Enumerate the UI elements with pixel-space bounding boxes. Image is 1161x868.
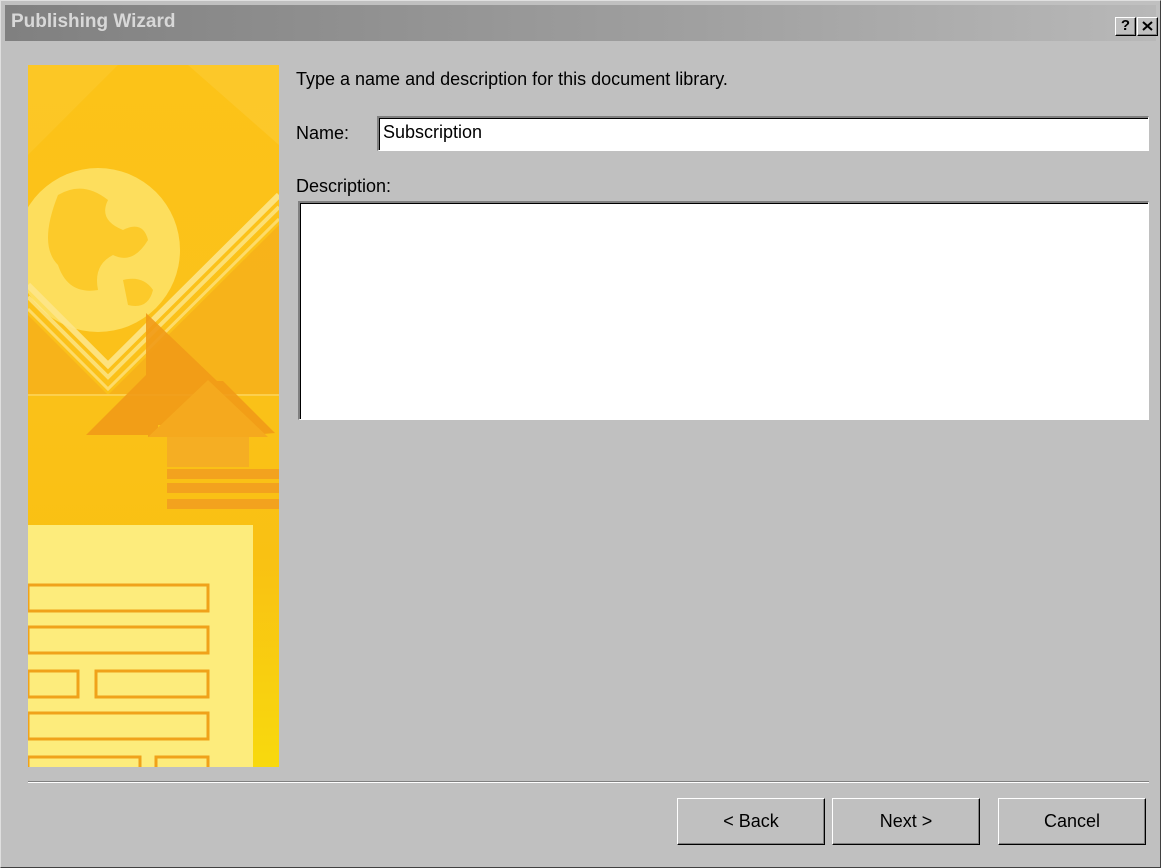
wizard-sidebar-illustration — [28, 65, 279, 767]
close-icon — [1142, 18, 1153, 35]
titlebar[interactable]: Publishing Wizard ? — [5, 5, 1158, 41]
name-field[interactable]: Subscription — [377, 116, 1149, 151]
footer-separator — [28, 781, 1149, 783]
description-field[interactable] — [298, 201, 1149, 420]
name-label: Name: — [296, 123, 350, 143]
back-button[interactable]: < Back — [677, 798, 825, 845]
next-button[interactable]: Next > — [832, 798, 980, 845]
help-icon: ? — [1120, 17, 1131, 34]
window-title: Publishing Wizard — [11, 11, 176, 32]
help-button[interactable]: ? — [1115, 17, 1136, 36]
description-label: Description: — [296, 176, 392, 196]
form-document-icon — [28, 525, 253, 767]
close-button[interactable] — [1137, 17, 1158, 36]
instruction-text: Type a name and description for this doc… — [296, 69, 728, 89]
publishing-wizard-dialog: Publishing Wizard ? Type a name and desc… — [0, 0, 1161, 868]
cancel-button[interactable]: Cancel — [998, 798, 1146, 845]
